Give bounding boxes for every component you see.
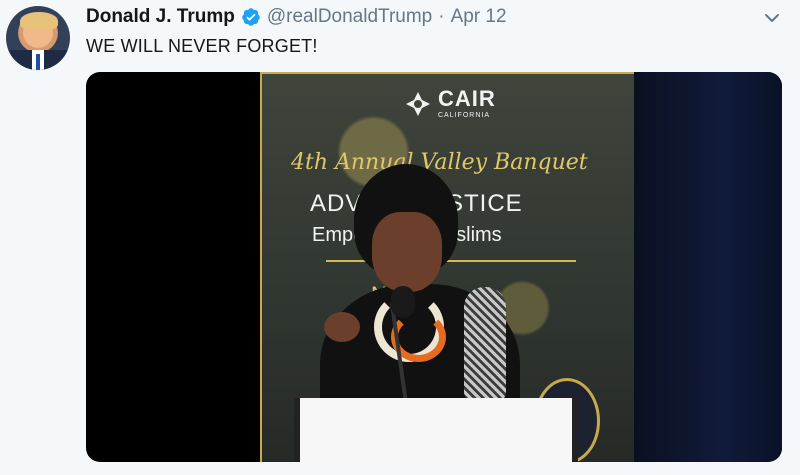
speaker-face [372, 212, 442, 292]
banner-event-title: 4th Annual Valley Banquet [291, 150, 588, 175]
tweet-header: Donald J. Trump @realDonaldTrump · Apr 1… [86, 5, 507, 29]
avatar-tie [36, 54, 40, 70]
separator-dot: · [438, 6, 445, 27]
speaker-hand [324, 312, 360, 342]
author-handle[interactable]: @realDonaldTrump [267, 6, 432, 28]
backdrop-right [634, 72, 782, 462]
author-name[interactable]: Donald J. Trump [86, 6, 235, 28]
tweet-date[interactable]: Apr 12 [451, 6, 507, 28]
cair-logo: CAIR CALIFORNIA [404, 88, 496, 119]
avatar-hair [20, 12, 58, 30]
tweet-media-video[interactable]: CAIR CALIFORNIA 4th Annual Valley Banque… [86, 72, 782, 462]
microphone-icon [391, 286, 415, 318]
tweet-text: WE WILL NEVER FORGET! [86, 36, 318, 56]
cair-org-sub: CALIFORNIA [438, 112, 491, 119]
speaker-scarf [464, 287, 506, 402]
tweet-card[interactable]: Donald J. Trump @realDonaldTrump · Apr 1… [0, 0, 800, 475]
cair-wordmark: CAIR CALIFORNIA [438, 86, 496, 120]
cair-mark-icon [406, 91, 430, 116]
podium [294, 398, 578, 462]
cair-org: CAIR [438, 86, 496, 111]
avatar[interactable] [6, 6, 70, 70]
verified-badge-icon [241, 7, 261, 27]
chevron-down-icon[interactable] [762, 8, 782, 28]
